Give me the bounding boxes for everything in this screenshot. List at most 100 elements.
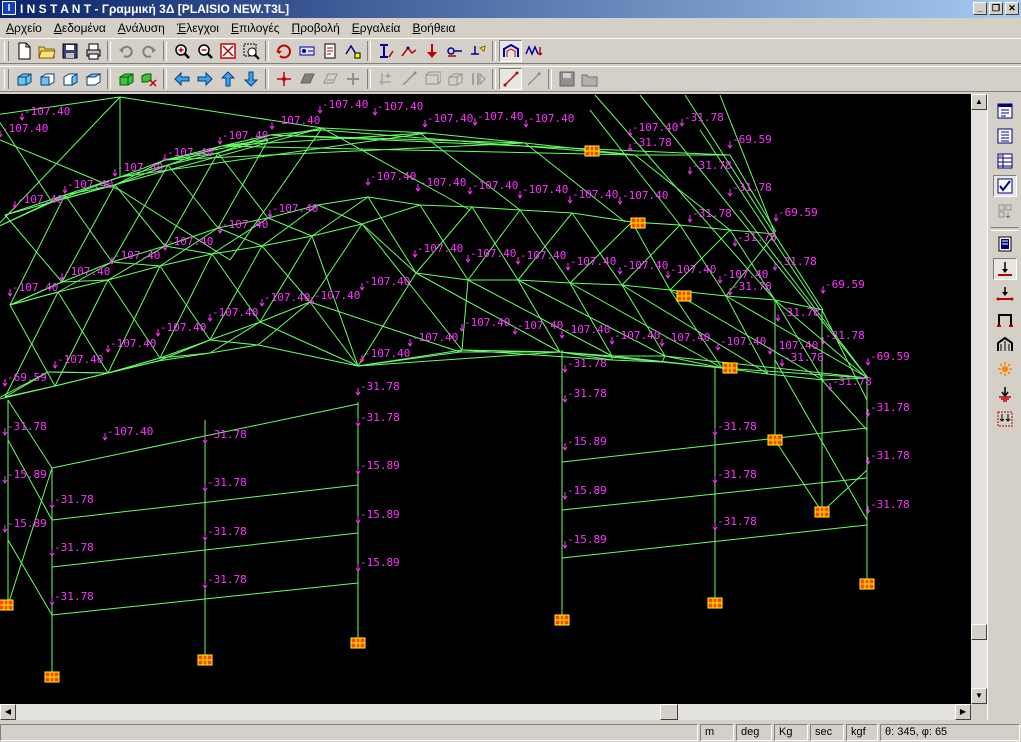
support-icon[interactable]	[44, 671, 60, 683]
arrow-right-icon[interactable]	[193, 68, 216, 90]
scroll-right-icon[interactable]: ▶	[955, 704, 971, 720]
load-label: -31.78	[684, 111, 724, 124]
member-line	[309, 301, 461, 353]
member-line	[4, 214, 63, 283]
diagram-icon[interactable]	[522, 40, 545, 62]
add-node-icon[interactable]	[272, 68, 295, 90]
member-line	[157, 339, 211, 362]
member-line-icon[interactable]	[499, 68, 522, 90]
support-icon[interactable]	[350, 637, 366, 649]
load-label: -107.40	[264, 291, 310, 304]
view-front-icon[interactable]	[35, 68, 58, 90]
app-icon[interactable]: I	[2, 1, 16, 15]
supports-icon[interactable]	[420, 40, 443, 62]
arrow-left-icon[interactable]	[170, 68, 193, 90]
rotate-icon[interactable]	[272, 40, 295, 62]
view-3d-icon[interactable]	[12, 68, 35, 90]
arrow-up-icon[interactable]	[216, 68, 239, 90]
settlement-icon[interactable]	[993, 383, 1017, 405]
window-icon[interactable]	[993, 100, 1017, 122]
save-icon[interactable]	[58, 40, 81, 62]
load-label: -31.78	[737, 231, 777, 244]
load-label: -107.40	[2, 122, 48, 135]
menu-help[interactable]: Βοήθεια	[406, 21, 461, 35]
new-file-icon[interactable]	[12, 40, 35, 62]
support-icon[interactable]	[859, 578, 875, 590]
scroll-down-icon[interactable]: ▼	[971, 688, 987, 704]
node-numbers-icon[interactable]	[295, 40, 318, 62]
open-folder-icon[interactable]	[35, 40, 58, 62]
dimensions-icon[interactable]	[341, 40, 364, 62]
member-line	[267, 217, 313, 237]
scroll-up-icon[interactable]: ▲	[971, 94, 987, 110]
point-load-icon[interactable]	[993, 258, 1017, 280]
minimize-button[interactable]: _	[973, 2, 987, 15]
support-icon[interactable]	[814, 506, 830, 518]
frame-load-icon[interactable]	[993, 308, 1017, 330]
zoom-window-icon[interactable]	[239, 40, 262, 62]
combined-load-icon[interactable]	[993, 408, 1017, 430]
zoom-out-icon[interactable]	[193, 40, 216, 62]
member-line	[517, 279, 571, 284]
table-icon[interactable]	[993, 150, 1017, 172]
menu-view[interactable]: Προβολή	[286, 21, 346, 35]
rectangle-icon	[420, 68, 443, 90]
close-button[interactable]: ✕	[1005, 2, 1019, 15]
support-icon[interactable]	[630, 217, 646, 229]
distributed-load-icon[interactable]	[993, 333, 1017, 355]
restore-button[interactable]: ❐	[989, 2, 1003, 15]
menu-options[interactable]: Επιλογές	[225, 21, 286, 35]
member-properties-icon[interactable]	[374, 40, 397, 62]
menu-analysis[interactable]: Ανάλυση	[112, 21, 171, 35]
load-label: -31.78	[360, 411, 400, 424]
temperature-load-icon[interactable]	[993, 358, 1017, 380]
print-icon[interactable]	[81, 40, 104, 62]
materials-icon[interactable]	[466, 40, 489, 62]
vertical-scroll-thumb[interactable]	[971, 624, 987, 640]
checkbox-icon[interactable]	[993, 175, 1017, 197]
member-load-icon[interactable]	[993, 283, 1017, 305]
undo-icon	[114, 40, 137, 62]
frame-view-icon[interactable]	[499, 40, 522, 62]
list-icon[interactable]	[993, 125, 1017, 147]
view-side-icon[interactable]	[58, 68, 81, 90]
menu-file[interactable]: Αρχείο	[0, 21, 48, 35]
mirror-icon	[466, 68, 489, 90]
support-icon[interactable]	[584, 145, 600, 157]
arrow-down-icon[interactable]	[239, 68, 262, 90]
menu-data[interactable]: Δεδομένα	[48, 21, 112, 35]
toolbar-separator	[367, 41, 371, 61]
support-icon[interactable]	[707, 597, 723, 609]
horizontal-scroll-thumb[interactable]	[660, 704, 678, 720]
support-icon[interactable]	[676, 290, 692, 302]
releases-icon[interactable]	[443, 40, 466, 62]
menu-checks[interactable]: Έλεγχοι	[171, 21, 225, 35]
support-icon[interactable]	[722, 362, 738, 374]
scroll-left-icon[interactable]: ◀	[0, 704, 16, 720]
support-icon[interactable]	[197, 654, 213, 666]
support-icon[interactable]	[554, 614, 570, 626]
support-icon[interactable]	[767, 434, 783, 446]
support-icon[interactable]	[0, 599, 14, 611]
zoom-in-icon[interactable]	[170, 40, 193, 62]
structure-canvas[interactable]: -107.40 -107.40 -107.40 -107.40 -107.40 -107.…	[0, 94, 971, 704]
zoom-extents-icon[interactable]	[216, 40, 239, 62]
load-label: -107.40	[464, 316, 510, 329]
horizontal-scrollbar[interactable]: ◀ ▶	[0, 704, 971, 720]
select-objects-icon[interactable]	[137, 68, 160, 90]
member-line	[311, 196, 369, 237]
load-label: -31.78	[7, 420, 47, 433]
solid-render-icon[interactable]	[114, 68, 137, 90]
right-tool-panel	[987, 94, 1021, 720]
structure-viewport[interactable]: -107.40 -107.40 -107.40 -107.40 -107.40 -107.…	[0, 94, 971, 704]
section-icon[interactable]	[397, 40, 420, 62]
member-line	[64, 194, 113, 263]
report-icon[interactable]	[993, 233, 1017, 255]
load-label: -31.78	[567, 357, 607, 370]
load-list-icon[interactable]	[318, 40, 341, 62]
panel-separator	[991, 227, 1019, 231]
view-top-icon[interactable]	[81, 68, 104, 90]
load-label: -107.40	[570, 255, 616, 268]
vertical-scrollbar[interactable]: ▲ ▼	[971, 94, 987, 704]
menu-tools[interactable]: Εργαλεία	[346, 21, 407, 35]
